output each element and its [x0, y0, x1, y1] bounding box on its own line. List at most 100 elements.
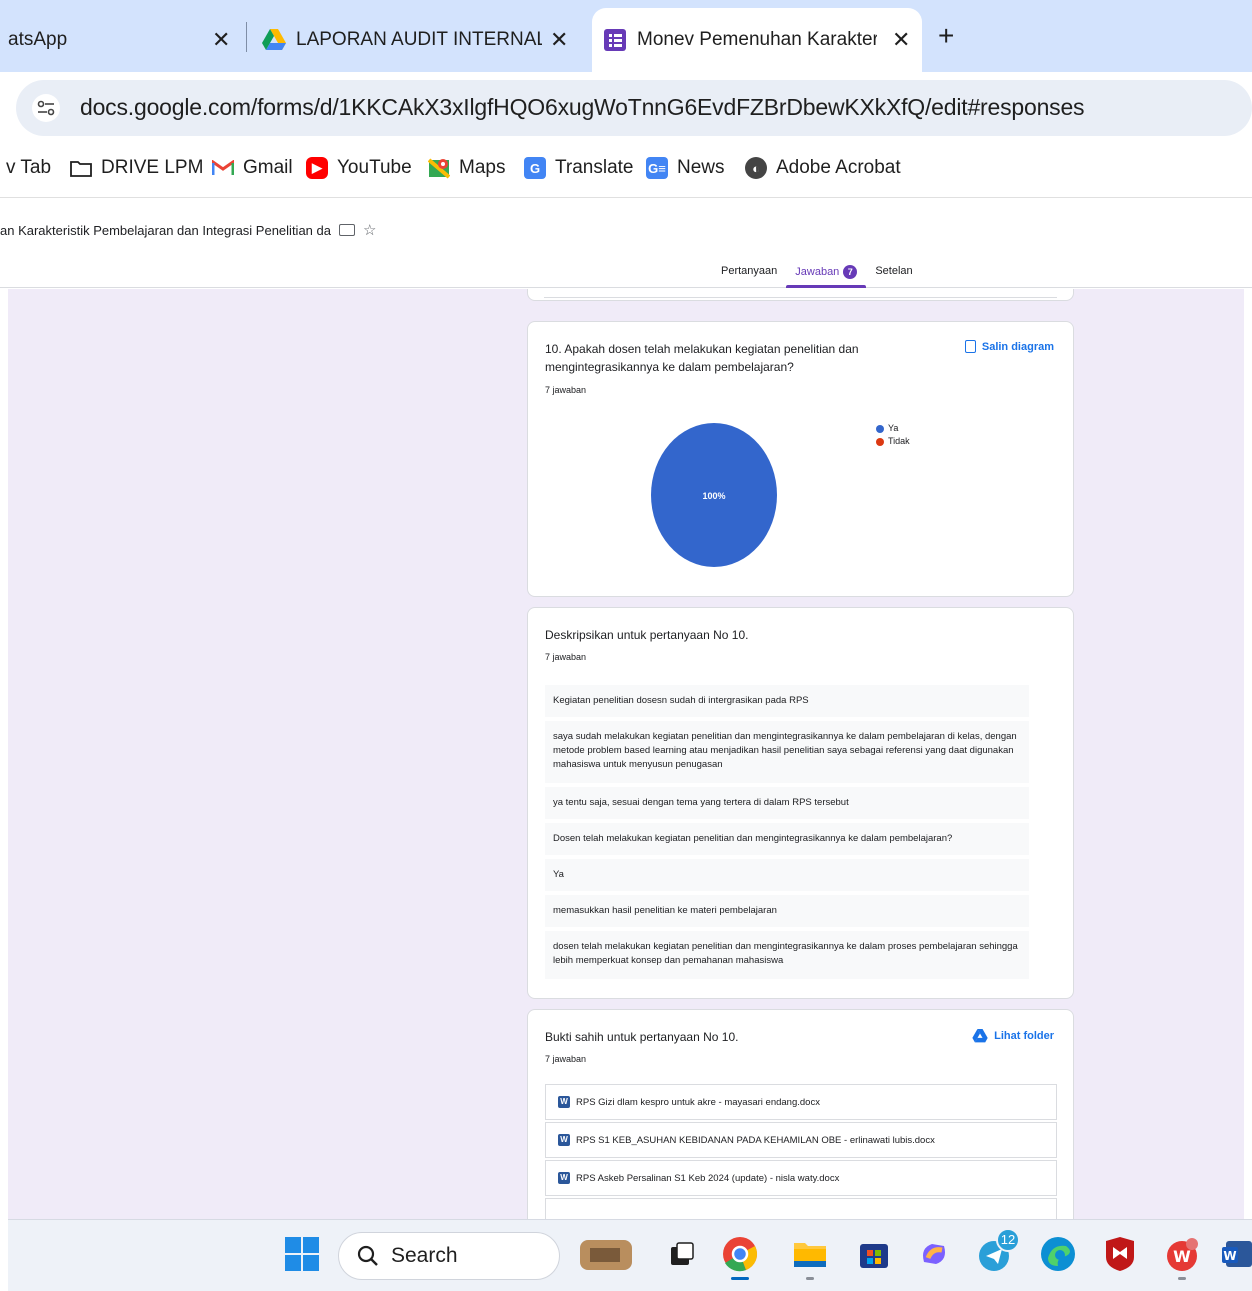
legend-label: Ya [888, 423, 899, 433]
folder-icon [70, 157, 92, 179]
google-drive-icon [972, 1029, 988, 1043]
close-icon[interactable]: ✕ [212, 27, 230, 53]
file-response-link[interactable] [545, 1198, 1057, 1219]
view-folder-label: Lihat folder [994, 1030, 1054, 1042]
response-count: 7 jawaban [545, 652, 587, 662]
mcafee-icon[interactable] [1100, 1234, 1140, 1274]
copilot-icon[interactable] [914, 1234, 954, 1274]
start-button[interactable] [282, 1234, 322, 1274]
telegram-icon[interactable]: 12 [976, 1228, 1020, 1274]
view-folder-button[interactable]: Lihat folder [972, 1029, 1054, 1043]
tab-title: LAPORAN AUDIT INTERNAL RE [296, 29, 542, 50]
bookmark-label: Translate [555, 157, 634, 178]
bookmark-label: Maps [459, 157, 506, 178]
pie-slice-label: 100% [702, 491, 725, 501]
responses-canvas[interactable]: 10. Apakah dosen telah melakukan kegiata… [8, 289, 1244, 1219]
forms-header: an Karakteristik Pembelajaran dan Integr… [0, 199, 1252, 288]
tab-whatsapp[interactable]: atsApp ✕ [0, 8, 246, 72]
widgets-icon[interactable] [578, 1234, 634, 1274]
legend-label: Tidak [888, 436, 910, 446]
desc10-card: Deskripsikan untuk pertanyaan No 10. 7 j… [527, 607, 1074, 999]
new-tab-plus-icon[interactable]: + [938, 22, 954, 50]
bookmark-label: Gmail [243, 157, 293, 178]
taskbar-search[interactable]: Search [338, 1232, 560, 1280]
file-name: RPS Askeb Persalinan S1 Keb 2024 (update… [576, 1172, 840, 1184]
legend-swatch [876, 424, 884, 433]
notification-badge: 12 [996, 1228, 1020, 1252]
question-title: 10. Apakah dosen telah melakukan kegiata… [545, 342, 859, 374]
close-icon[interactable]: ✕ [892, 27, 910, 53]
responses-count-badge: 7 [843, 265, 858, 279]
running-indicator [1178, 1277, 1186, 1280]
translate-icon: G [524, 157, 546, 179]
word-doc-icon: W [558, 1096, 570, 1108]
chrome-app-icon[interactable] [720, 1234, 760, 1280]
copy-chart-button[interactable]: Salin diagram [964, 340, 1054, 353]
maps-icon [428, 157, 450, 179]
tab-label: Jawaban [795, 266, 840, 278]
youtube-icon: ▶ [306, 157, 328, 179]
file-explorer-icon[interactable] [790, 1234, 830, 1280]
edge-icon[interactable] [1038, 1234, 1078, 1274]
bookmark-youtube[interactable]: ▶ YouTube [306, 157, 412, 179]
tab-title: Monev Pemenuhan Karakteristi [637, 29, 877, 50]
tab-title: atsApp [8, 29, 68, 50]
acrobat-icon: ◐ [745, 157, 767, 179]
file-name: RPS S1 KEB_ASUHAN KEBIDANAN PADA KEHAMIL… [576, 1134, 935, 1146]
text-response: dosen telah melakukan kegiatan penelitia… [545, 931, 1029, 979]
legend-swatch [876, 437, 884, 446]
news-icon: G≡ [646, 157, 668, 179]
search-icon [357, 1245, 378, 1266]
text-response: Dosen telah melakukan kegiatan penelitia… [545, 823, 1029, 855]
address-bar[interactable]: docs.google.com/forms/d/1KKCAkX3xIlgfHQO… [16, 80, 1252, 136]
file-response-link[interactable]: W RPS Gizi dlam kespro untuk akre - mayas… [545, 1084, 1057, 1120]
tab-laporan-audit[interactable]: LAPORAN AUDIT INTERNAL RE ✕ [252, 8, 582, 72]
bookmark-translate[interactable]: G Translate [524, 157, 634, 179]
file-response-link[interactable]: W RPS Askeb Persalinan S1 Keb 2024 (updat… [545, 1160, 1057, 1196]
form-title[interactable]: an Karakteristik Pembelajaran dan Integr… [0, 223, 331, 238]
bookmark-adobe-acrobat[interactable]: ◐ Adobe Acrobat [745, 157, 901, 179]
bookmark-drive-lpm[interactable]: DRIVE LPM [70, 157, 203, 179]
form-tabs: Pertanyaan Jawaban 7 Setelan [712, 265, 922, 288]
url-text[interactable]: docs.google.com/forms/d/1KKCAkX3xIlgfHQO… [80, 94, 1085, 121]
bookmark-label: YouTube [337, 157, 412, 178]
bookmark-label: News [677, 157, 725, 178]
word-doc-icon: W [558, 1134, 570, 1146]
file-response-link[interactable]: W RPS S1 KEB_ASUHAN KEBIDANAN PADA KEHAMI… [545, 1122, 1057, 1158]
q10-chart-card: 10. Apakah dosen telah melakukan kegiata… [527, 321, 1074, 597]
chart-legend: Ya Tidak [876, 422, 910, 448]
text-response: Kegiatan penelitian dosesn sudah di inte… [545, 685, 1029, 717]
bookmark-tab[interactable]: v Tab [6, 157, 51, 179]
close-icon[interactable]: ✕ [550, 27, 568, 53]
browser-tab-strip: atsApp ✕ LAPORAN AUDIT INTERNAL RE ✕ Mon… [0, 0, 1252, 72]
copy-icon [964, 340, 976, 353]
bookmarks-bar: v Tab DRIVE LPM Gmail ▶ YouTube Maps G T… [0, 144, 1252, 198]
bookmark-label: DRIVE LPM [101, 157, 204, 178]
word-app-icon[interactable]: W [1222, 1234, 1252, 1274]
star-icon[interactable]: ☆ [363, 221, 376, 239]
evidence10-card: Bukti sahih untuk pertanyaan No 10. 7 ja… [527, 1009, 1074, 1219]
text-response: saya sudah melakukan kegiatan penelitian… [545, 721, 1029, 783]
word-doc-icon: W [558, 1172, 570, 1184]
response-count: 7 jawaban [545, 1054, 587, 1064]
wps-office-icon[interactable]: W [1162, 1234, 1202, 1280]
tab-jawaban[interactable]: Jawaban 7 [786, 265, 867, 288]
copy-chart-label: Salin diagram [981, 340, 1054, 353]
tab-label: Pertanyaan [721, 265, 778, 277]
tab-monev-active[interactable]: Monev Pemenuhan Karakteristi ✕ [592, 8, 922, 72]
tab-pertanyaan[interactable]: Pertanyaan [712, 265, 786, 287]
move-to-folder-icon[interactable] [338, 224, 355, 236]
bookmark-news[interactable]: G≡ News [646, 157, 725, 179]
running-indicator [731, 1277, 749, 1280]
bookmark-gmail[interactable]: Gmail [212, 157, 293, 179]
microsoft-store-icon[interactable] [854, 1234, 894, 1274]
windows-logo-icon [285, 1237, 319, 1271]
bookmark-maps[interactable]: Maps [428, 157, 505, 179]
site-info-icon[interactable] [32, 94, 60, 122]
task-view-icon[interactable] [662, 1234, 702, 1274]
google-forms-icon [604, 29, 626, 51]
previous-card-bottom [527, 289, 1074, 301]
pie-chart: 100% [651, 423, 777, 567]
tab-setelan[interactable]: Setelan [866, 265, 921, 287]
svg-text:W: W [1173, 1247, 1191, 1266]
